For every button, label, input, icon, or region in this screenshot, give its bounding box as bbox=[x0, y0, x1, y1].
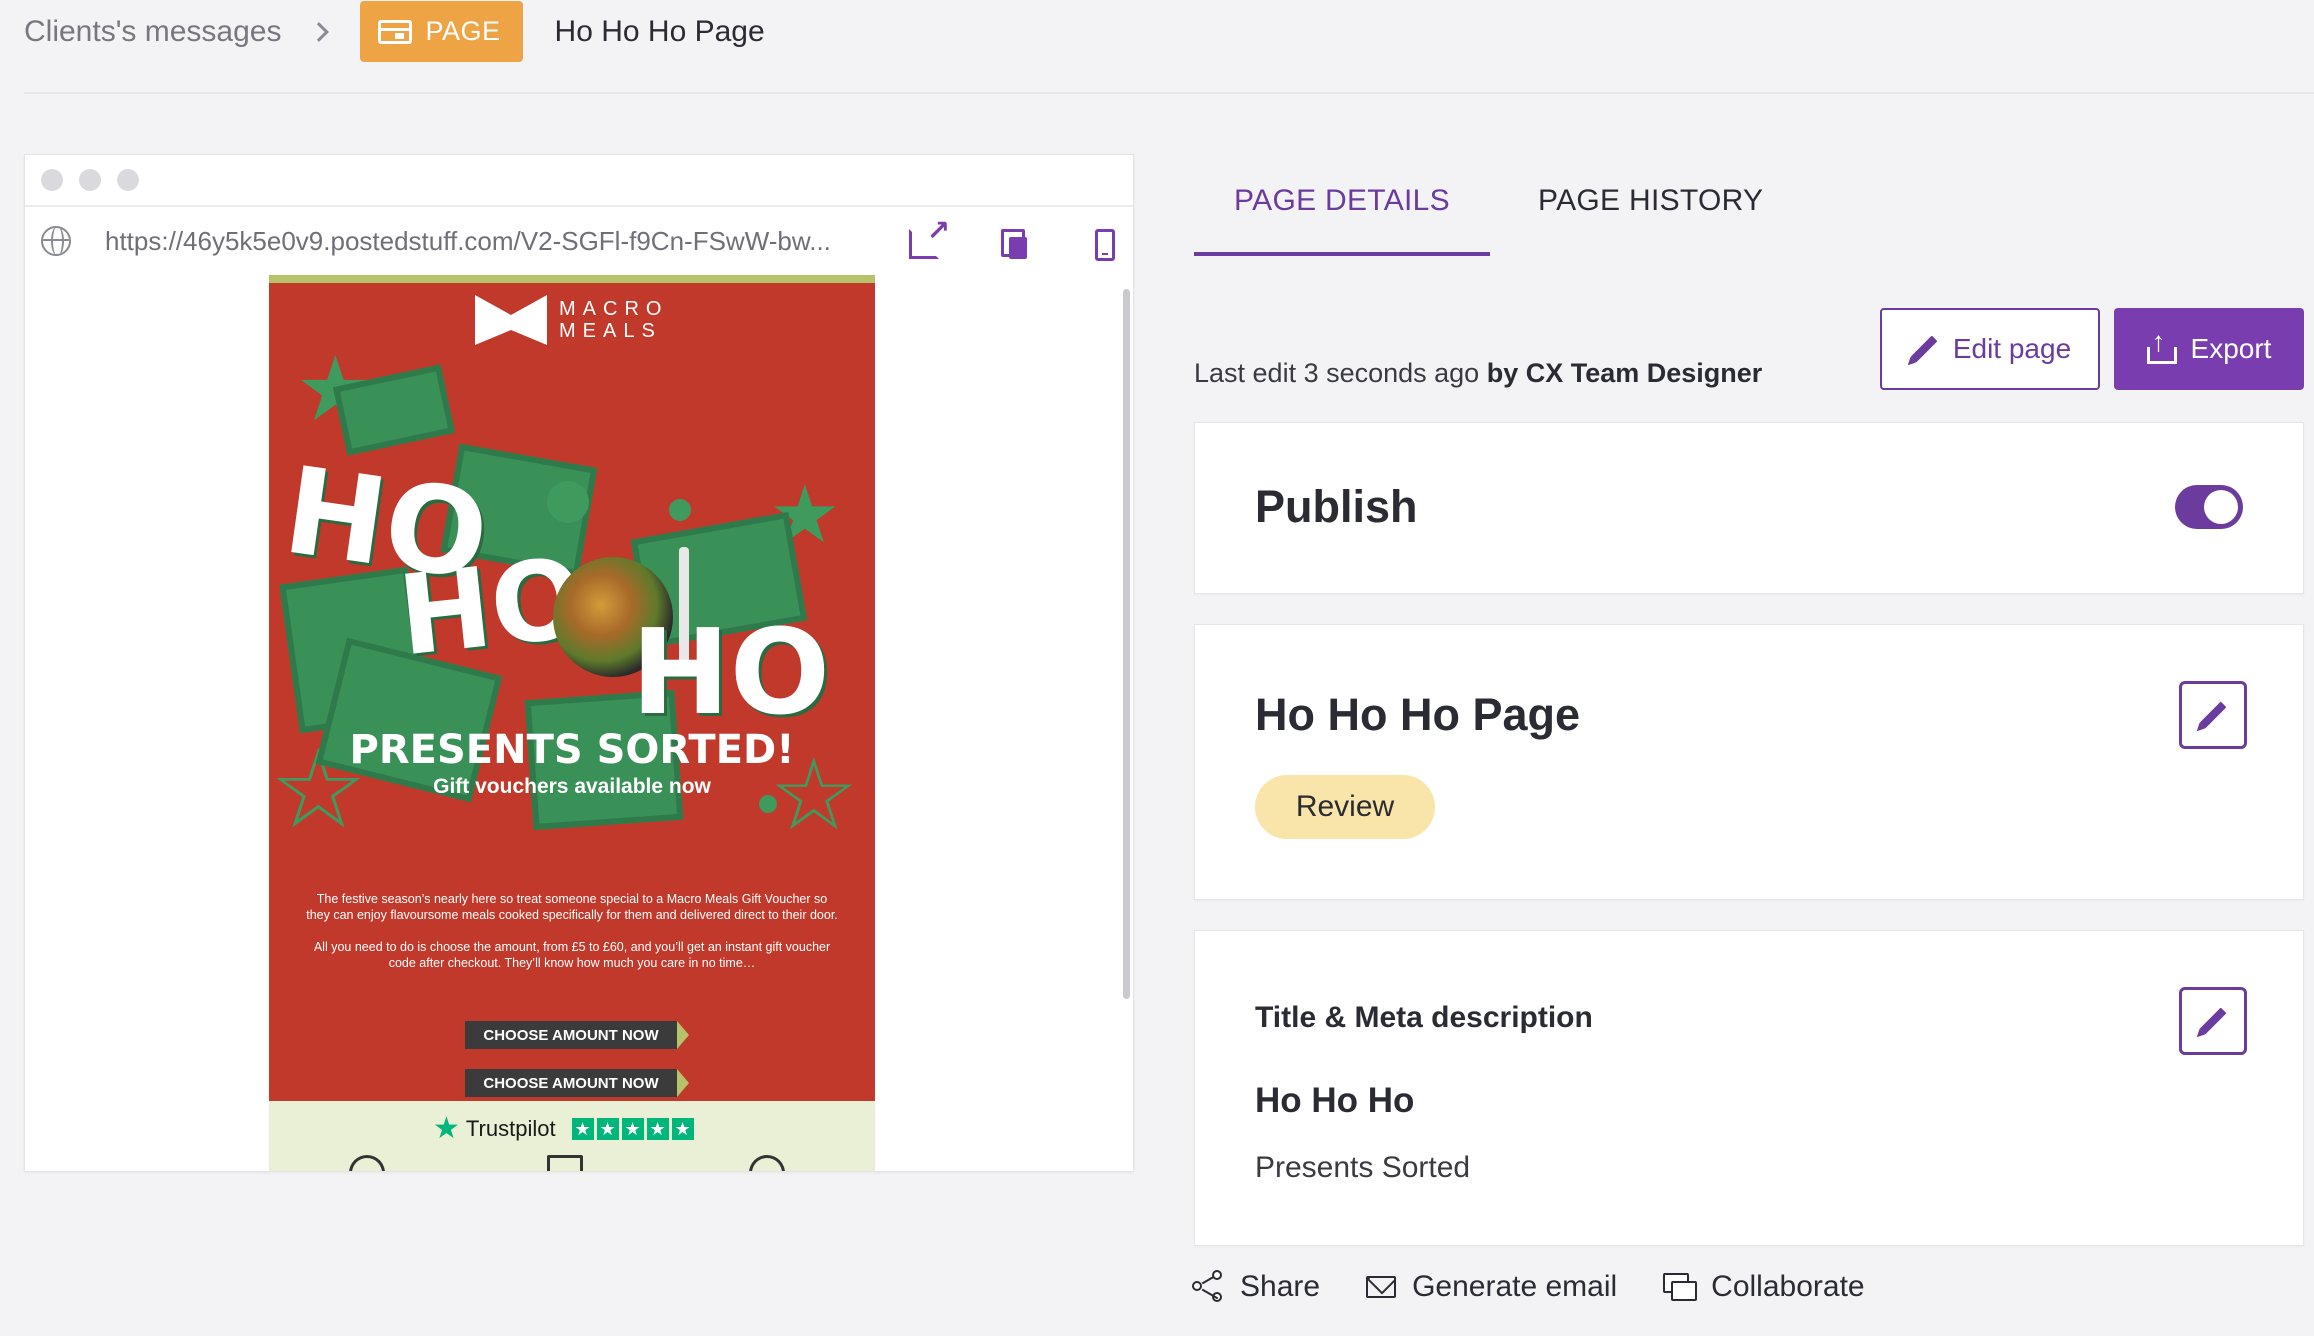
meta-card-heading: Title & Meta description bbox=[1255, 1001, 1593, 1034]
export-label: Export bbox=[2190, 333, 2272, 364]
collaborate-icon bbox=[1663, 1273, 1698, 1301]
email-subheadline: Gift vouchers available now bbox=[433, 775, 711, 798]
edit-page-title-button[interactable] bbox=[2179, 681, 2247, 749]
email-footer-band: ★ Trustpilot ★ ★ ★ ★ ★ bbox=[269, 1101, 875, 1171]
breadcrumb: Clients's messages PAGE Ho Ho Ho Page bbox=[24, 0, 765, 63]
brand-logo: MACRO MEALS bbox=[475, 295, 668, 345]
share-action[interactable]: Share bbox=[1192, 1270, 1321, 1304]
trustpilot-star-icon: ★ bbox=[433, 1112, 460, 1145]
brand-name: MACRO MEALS bbox=[559, 298, 668, 342]
tab-page-history[interactable]: PAGE HISTORY bbox=[1538, 170, 1763, 256]
brand-mark-icon bbox=[475, 295, 547, 345]
page-title-card: Ho Ho Ho Page Review bbox=[1194, 624, 2304, 900]
clock-icon bbox=[749, 1155, 785, 1171]
choose-amount-button[interactable]: CHOOSE AMOUNT NOW bbox=[465, 1069, 689, 1097]
email-top-band bbox=[269, 275, 875, 283]
share-icon bbox=[1192, 1270, 1224, 1302]
page-type-label: PAGE bbox=[425, 16, 501, 46]
page-actions: Share Generate email Collaborate bbox=[1192, 1270, 1911, 1304]
window-dot-icon bbox=[79, 169, 101, 191]
rating-star-icon: ★ bbox=[646, 1117, 669, 1140]
window-dot-icon bbox=[41, 169, 63, 191]
trustpilot-rating: ★ Trustpilot ★ ★ ★ ★ ★ bbox=[433, 1111, 694, 1146]
chevron-right-icon bbox=[308, 21, 329, 42]
page-layout-icon bbox=[377, 19, 412, 44]
preview-scrollbar[interactable] bbox=[1123, 289, 1130, 999]
url-bar: https://46y5k5e0v9.postedstuff.com/V2-SG… bbox=[25, 207, 1133, 275]
generate-email-action[interactable]: Generate email bbox=[1366, 1270, 1617, 1304]
globe-icon bbox=[41, 226, 71, 256]
email-body-paragraph-2: All you need to do is choose the amount,… bbox=[313, 940, 831, 970]
email-body-paragraph-1: The festive season’s nearly here so trea… bbox=[306, 892, 838, 922]
last-edit-author: by CX Team Designer bbox=[1486, 358, 1763, 388]
hero-word-3: HO bbox=[631, 603, 831, 741]
pencil-icon bbox=[1910, 335, 1938, 363]
ornament-decoration bbox=[669, 499, 691, 521]
tab-page-details[interactable]: PAGE DETAILS bbox=[1194, 170, 1490, 256]
phone-icon bbox=[349, 1155, 385, 1171]
collaborate-action[interactable]: Collaborate bbox=[1663, 1270, 1865, 1304]
edit-page-button[interactable]: Edit page bbox=[1880, 308, 2100, 390]
breadcrumb-parent-link[interactable]: Clients's messages bbox=[24, 15, 282, 49]
collaborate-label: Collaborate bbox=[1711, 1270, 1865, 1303]
mail-icon bbox=[1366, 1276, 1397, 1298]
trustpilot-label: Trustpilot bbox=[465, 1115, 556, 1141]
window-dot-icon bbox=[117, 169, 139, 191]
rating-star-icon: ★ bbox=[671, 1117, 694, 1140]
email-preview: MACRO MEALS ★ ★ ☆ ☆ HO HO HO PRESENTS S bbox=[269, 275, 875, 1171]
pencil-icon bbox=[2199, 701, 2227, 729]
publish-label: Publish bbox=[1255, 481, 1418, 532]
generate-email-label: Generate email bbox=[1412, 1270, 1618, 1303]
edit-meta-button[interactable] bbox=[2179, 987, 2247, 1055]
external-link-icon[interactable] bbox=[909, 214, 950, 259]
preview-url[interactable]: https://46y5k5e0v9.postedstuff.com/V2-SG… bbox=[105, 226, 885, 257]
brand-line-2: MEALS bbox=[559, 320, 662, 342]
rating-star-icon: ★ bbox=[571, 1117, 594, 1140]
mobile-icon[interactable] bbox=[1095, 229, 1115, 261]
copy-icon[interactable] bbox=[1001, 229, 1031, 259]
trustpilot-stars: ★ ★ ★ ★ ★ bbox=[571, 1117, 694, 1140]
page-type-badge: PAGE bbox=[359, 1, 523, 62]
ornament-decoration bbox=[547, 481, 589, 523]
meta-card: Title & Meta description Ho Ho Ho Presen… bbox=[1194, 930, 2304, 1246]
rating-star-icon: ★ bbox=[621, 1117, 644, 1140]
meta-title-value: Ho Ho Ho bbox=[1255, 1081, 1415, 1120]
pencil-icon bbox=[2199, 1007, 2227, 1035]
brand-line-1: MACRO bbox=[559, 298, 669, 320]
header-divider bbox=[24, 92, 2314, 94]
upload-icon bbox=[2146, 326, 2177, 364]
email-preview-area: MACRO MEALS ★ ★ ☆ ☆ HO HO HO PRESENTS S bbox=[25, 275, 1133, 1171]
status-badge: Review bbox=[1255, 775, 1435, 839]
publish-toggle[interactable] bbox=[2175, 485, 2243, 529]
email-headline: PRESENTS SORTED! bbox=[349, 727, 795, 773]
page-preview-window: https://46y5k5e0v9.postedstuff.com/V2-SG… bbox=[24, 154, 1134, 1172]
rating-star-icon: ★ bbox=[596, 1117, 619, 1140]
window-titlebar bbox=[25, 155, 1133, 207]
choose-amount-button[interactable]: CHOOSE AMOUNT NOW bbox=[465, 1021, 689, 1049]
meta-description-value: Presents Sorted bbox=[1255, 1151, 1471, 1184]
last-edit-info: Last edit 3 seconds ago by CX Team Desig… bbox=[1194, 358, 1762, 389]
share-label: Share bbox=[1240, 1270, 1321, 1303]
export-button[interactable]: Export bbox=[2114, 308, 2304, 390]
publish-card: Publish bbox=[1194, 422, 2304, 594]
breadcrumb-current: Ho Ho Ho Page bbox=[554, 14, 765, 48]
details-tabs: PAGE DETAILS PAGE HISTORY bbox=[1194, 170, 1763, 256]
page-title: Ho Ho Ho Page bbox=[1255, 689, 1581, 740]
edit-page-label: Edit page bbox=[1952, 333, 2072, 364]
mail-icon bbox=[547, 1155, 583, 1171]
email-body-copy: The festive season’s nearly here so trea… bbox=[305, 891, 839, 971]
last-edit-time: Last edit 3 seconds ago bbox=[1194, 358, 1480, 388]
